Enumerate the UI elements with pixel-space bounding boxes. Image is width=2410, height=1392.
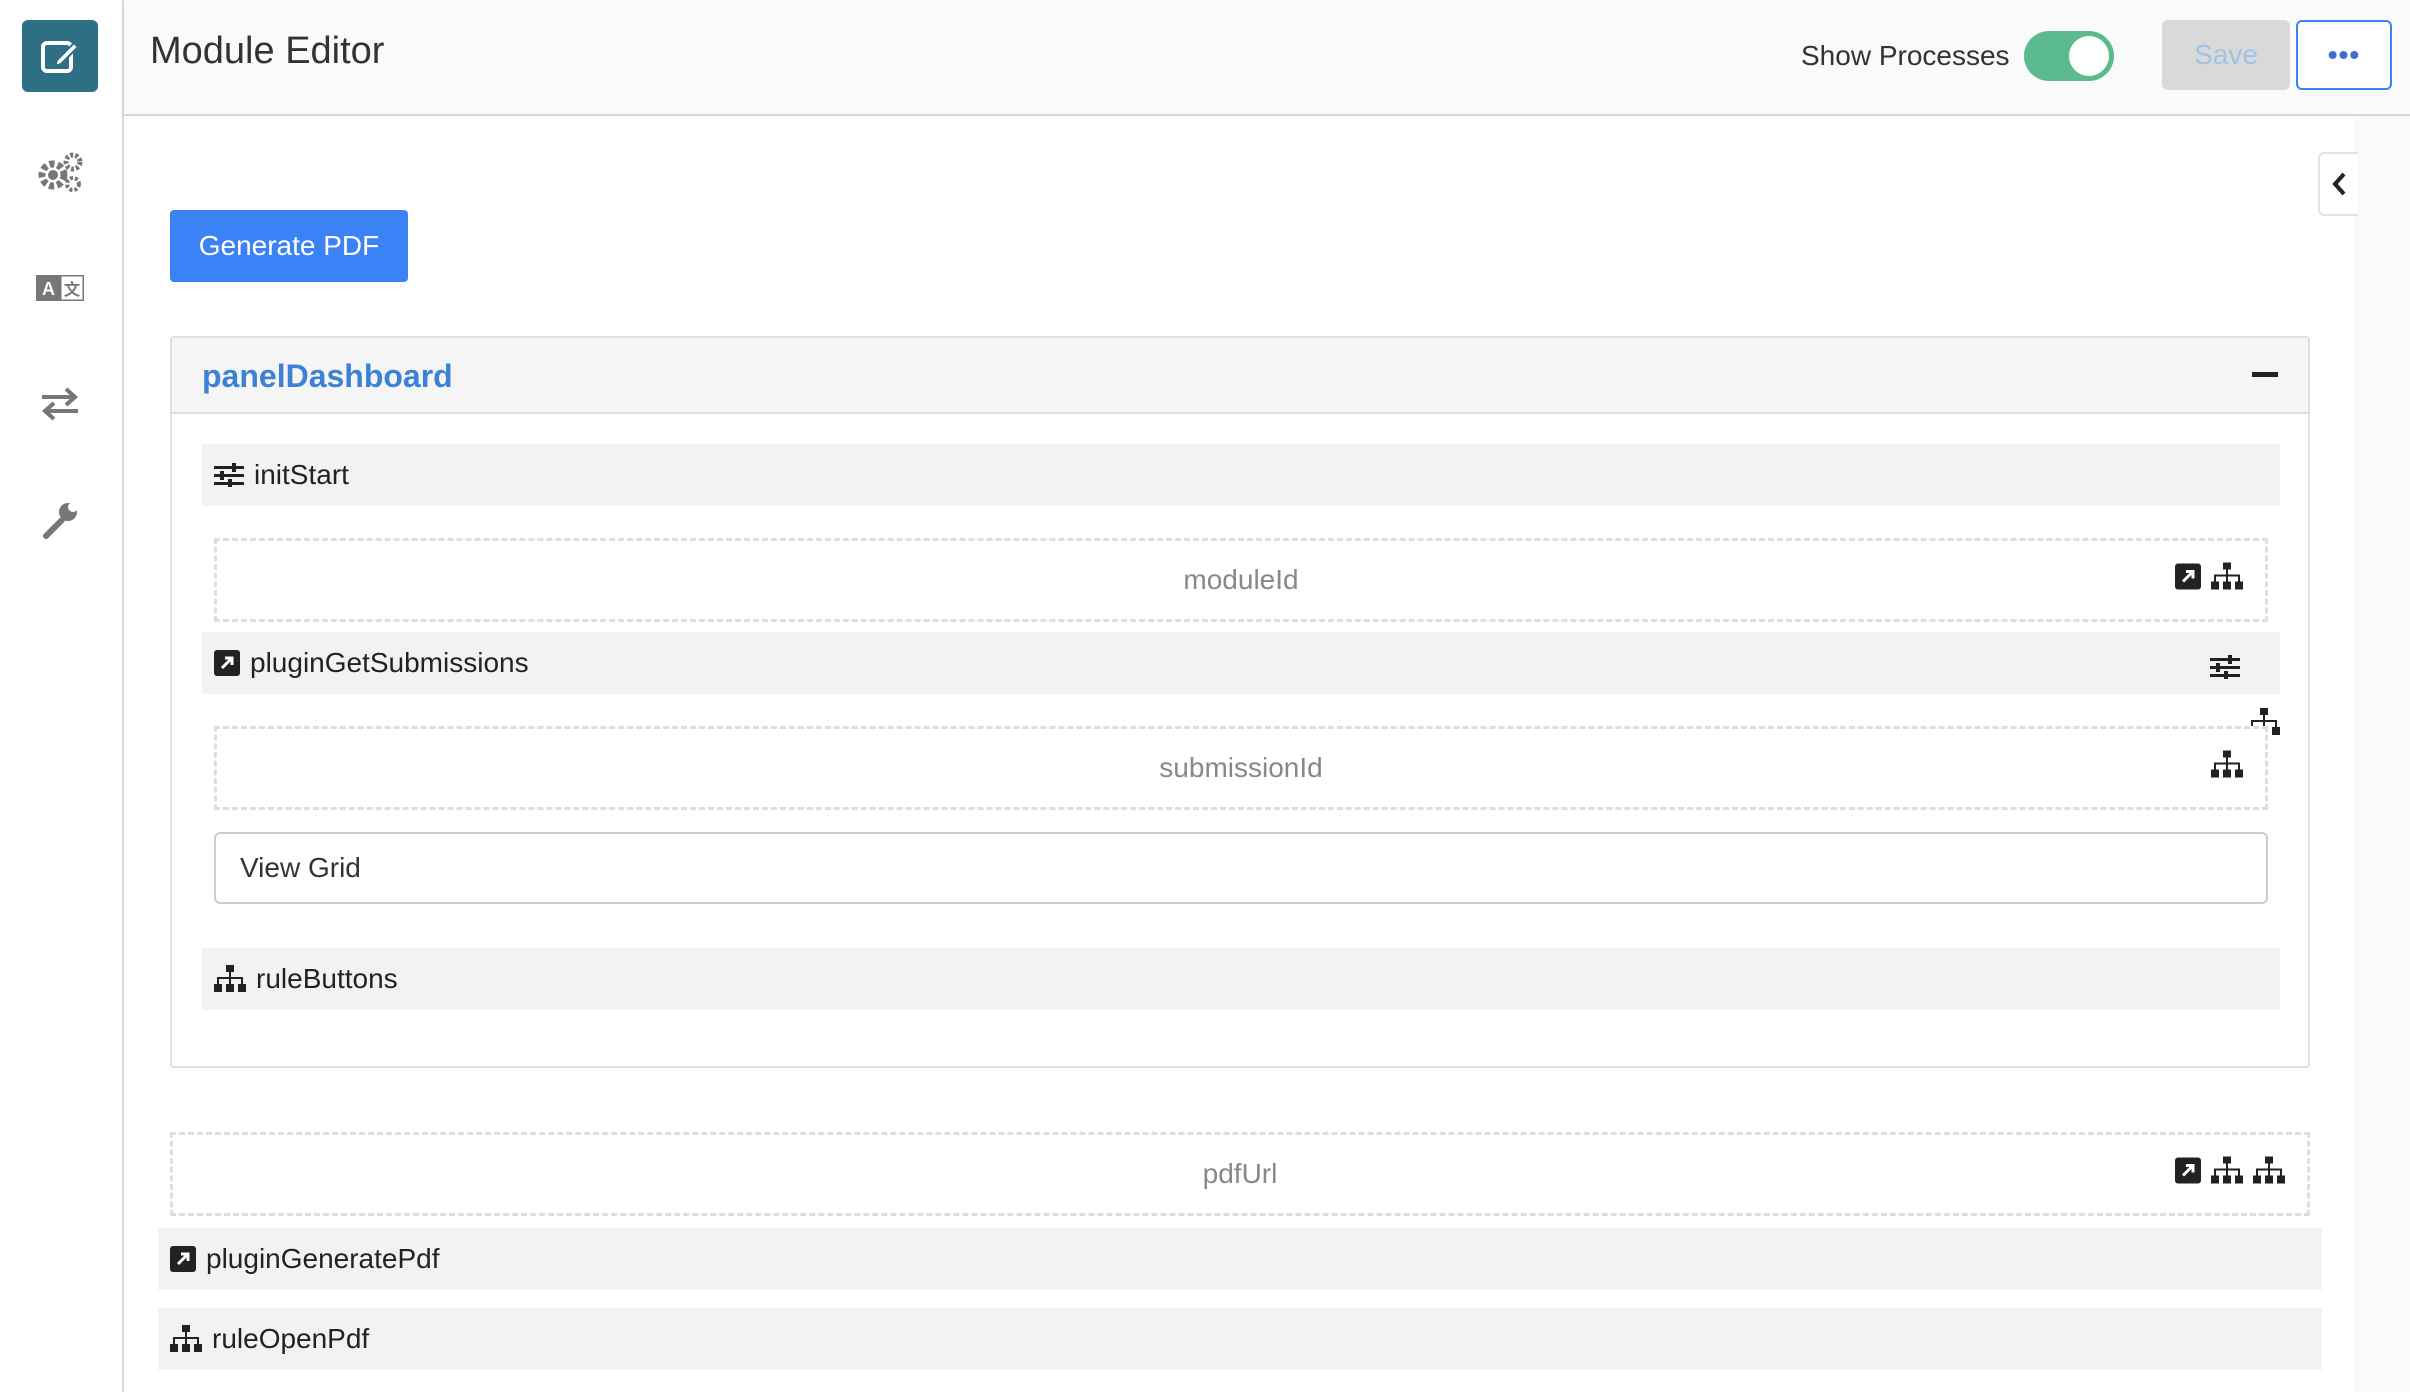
generate-pdf-button[interactable]: Generate PDF (170, 210, 408, 282)
hierarchy-icon (170, 1325, 202, 1353)
module-id-field[interactable]: moduleId (214, 538, 2268, 622)
panel-title: panelDashboard (202, 358, 453, 394)
init-start-row[interactable]: initStart (202, 444, 2280, 506)
rule-open-pdf-label: ruleOpenPdf (212, 1323, 370, 1354)
view-grid-input[interactable]: View Grid (214, 832, 2268, 904)
more-options-button[interactable]: ••• (2296, 20, 2392, 90)
svg-text:A: A (42, 279, 55, 299)
hierarchy-icon[interactable] (2211, 751, 2243, 786)
translate-icon[interactable]: A 文 (30, 260, 90, 316)
external-link-icon[interactable] (2175, 1158, 2201, 1191)
page-title: Module Editor (150, 30, 385, 72)
show-processes-toggle[interactable] (2024, 31, 2114, 81)
init-start-label: initStart (254, 459, 349, 490)
plugin-get-submissions-label: pluginGetSubmissions (250, 647, 529, 678)
wrench-icon[interactable] (30, 492, 90, 548)
external-link-icon (214, 650, 240, 676)
hierarchy-icon[interactable] (2211, 563, 2243, 598)
toggle-knob (2069, 36, 2109, 76)
exchange-icon[interactable] (30, 376, 90, 432)
edit-icon[interactable] (22, 20, 98, 92)
submission-id-field[interactable]: submissionId (214, 726, 2268, 810)
right-panel-strip (2354, 116, 2410, 1392)
pdf-url-label: pdfUrl (1202, 1158, 1278, 1189)
plugin-get-submissions-row[interactable]: pluginGetSubmissions (202, 632, 2280, 694)
gears-icon[interactable] (30, 144, 90, 200)
hierarchy-icon[interactable] (2211, 1157, 2243, 1192)
external-link-icon (170, 1246, 196, 1272)
hierarchy-icon[interactable] (2253, 1157, 2285, 1192)
rule-buttons-label: ruleButtons (256, 963, 398, 994)
save-button[interactable]: Save (2162, 20, 2290, 90)
collapse-minus-icon[interactable] (2252, 372, 2278, 377)
sliders-icon (214, 463, 244, 487)
submission-id-label: submissionId (1159, 752, 1323, 783)
external-link-icon[interactable] (2175, 564, 2201, 597)
panel-dashboard: panelDashboard initStart moduleId plugin… (170, 336, 2310, 1068)
hierarchy-icon (214, 965, 246, 993)
show-processes-label: Show Processes (1801, 40, 2010, 71)
panel-header[interactable]: panelDashboard (172, 338, 2308, 414)
pdf-url-field[interactable]: pdfUrl (170, 1132, 2310, 1216)
plugin-generate-pdf-label: pluginGeneratePdf (206, 1243, 440, 1274)
sliders-icon[interactable] (2210, 654, 2240, 686)
rule-buttons-row[interactable]: ruleButtons (202, 948, 2280, 1010)
svg-text:文: 文 (64, 280, 81, 299)
view-grid-label: View Grid (240, 852, 361, 883)
module-id-label: moduleId (1183, 564, 1299, 595)
plugin-generate-pdf-row[interactable]: pluginGeneratePdf (158, 1228, 2322, 1290)
left-rail: A 文 (0, 0, 124, 1392)
chevron-left-icon[interactable] (2318, 152, 2358, 216)
top-header: Module Editor Show Processes Save ••• (124, 0, 2410, 116)
rule-open-pdf-row[interactable]: ruleOpenPdf (158, 1308, 2322, 1370)
